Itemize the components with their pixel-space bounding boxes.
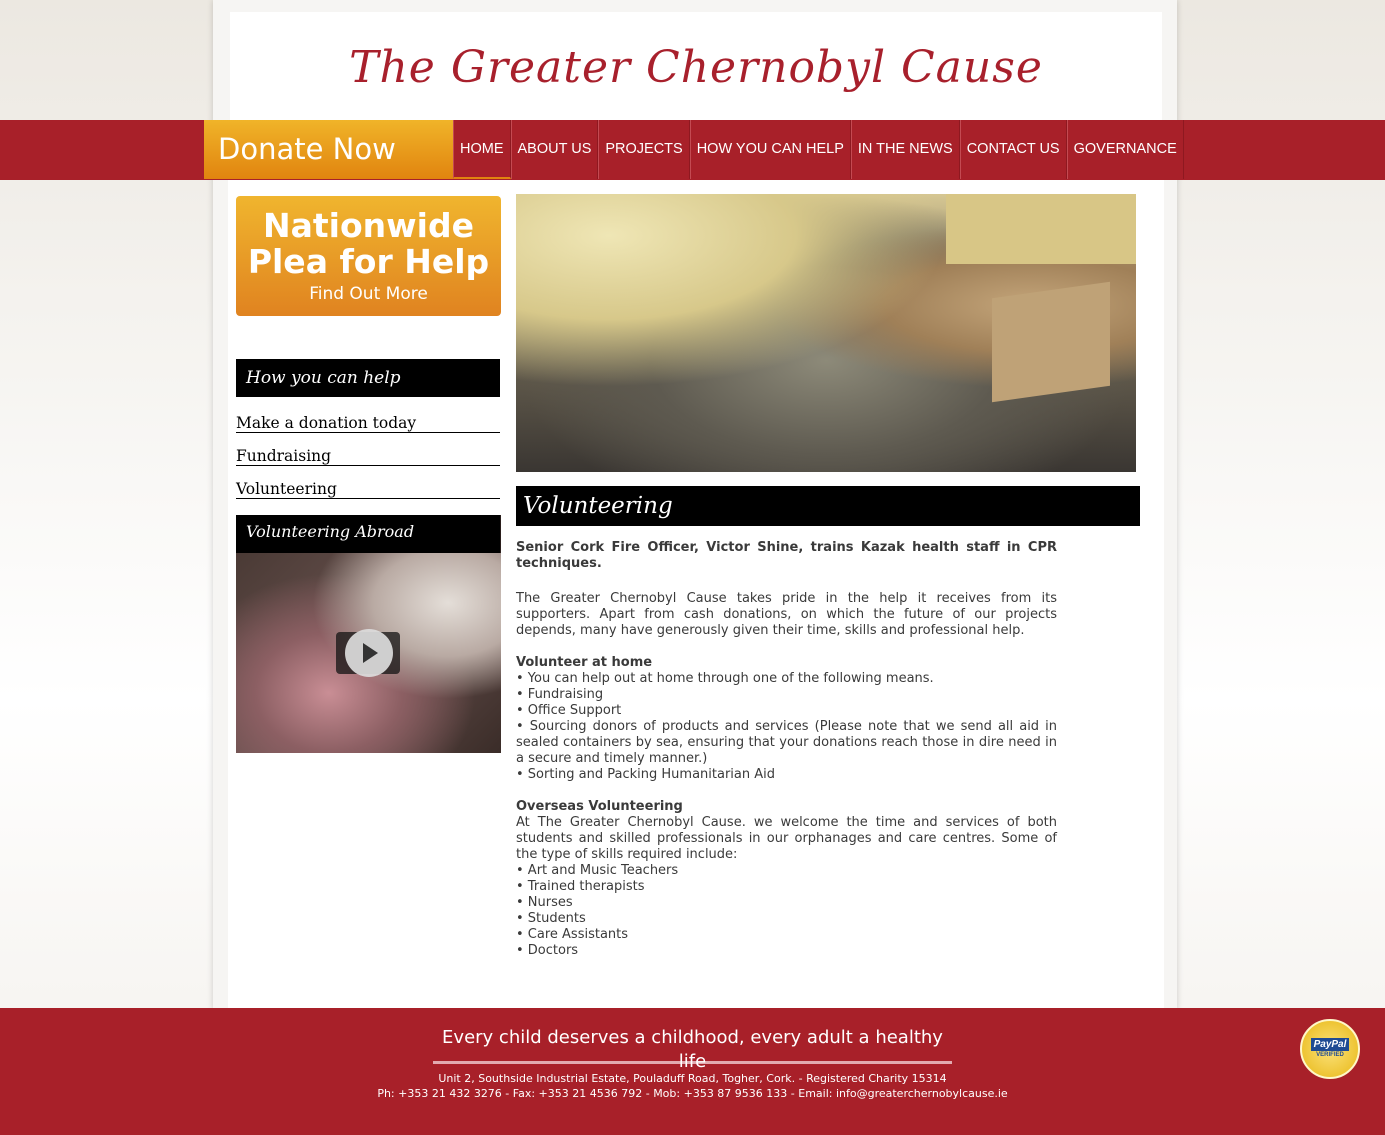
list-item: • Care Assistants — [516, 927, 629, 942]
list-item: • Fundraising — [516, 687, 604, 702]
article-body: Senior Cork Fire Officer, Victor Shine, … — [516, 540, 1057, 975]
nationwide-plea-banner[interactable]: Nationwide Plea for Help Find Out More — [236, 196, 501, 316]
plea-title-line2: Plea for Help — [247, 242, 490, 281]
article-lead: Senior Cork Fire Officer, Victor Shine, … — [516, 540, 1057, 571]
paypal-verified-label: VERIFIED — [1316, 1052, 1344, 1058]
nav-governance[interactable]: GOVERNANCE — [1066, 120, 1184, 179]
overseas-section: Overseas Volunteering At The Greater Che… — [516, 799, 1057, 959]
article-intro: The Greater Chernobyl Cause takes pride … — [516, 591, 1057, 638]
list-item: • Art and Music Teachers — [516, 863, 679, 878]
nav-contact-us[interactable]: CONTACT US — [959, 120, 1067, 179]
header: The Greater Chernobyl Cause — [230, 12, 1162, 120]
paypal-logo: PayPal — [1310, 1038, 1350, 1051]
overseas-intro: At The Greater Chernobyl Cause. we welco… — [516, 815, 1057, 862]
list-item: • You can help out at home through one o… — [516, 671, 934, 686]
photo-cardboard-box — [992, 281, 1110, 403]
home-section: Volunteer at home • You can help out at … — [516, 655, 1057, 783]
donate-now-button[interactable]: Donate Now — [204, 120, 454, 179]
sidebar-links: Make a donation today Fundraising Volunt… — [236, 410, 500, 509]
list-item: • Trained therapists — [516, 879, 645, 894]
footer-address-block: Unit 2, Southside Industrial Estate, Pou… — [0, 1071, 1385, 1101]
nav-how-you-can-help[interactable]: HOW YOU CAN HELP — [689, 120, 851, 179]
video-player[interactable]: Volunteering Abroad — [236, 515, 501, 753]
footer-tagline: Every child deserves a childhood, every … — [433, 1026, 952, 1072]
sidebar-link-fundraising[interactable]: Fundraising — [236, 443, 500, 466]
list-item: • Sourcing donors of products and servic… — [516, 719, 1057, 766]
paypal-verified-badge[interactable]: PayPal VERIFIED — [1300, 1019, 1360, 1079]
play-button[interactable] — [336, 629, 400, 677]
list-item: • Nurses — [516, 895, 573, 910]
home-heading: Volunteer at home — [516, 655, 653, 670]
nav-in-the-news[interactable]: IN THE NEWS — [850, 120, 960, 179]
nav-about-us[interactable]: ABOUT US — [510, 120, 599, 179]
plea-title-line1: Nationwide — [263, 206, 474, 245]
video-title: Volunteering Abroad — [236, 515, 500, 553]
main-nav: HOME ABOUT US PROJECTS HOW YOU CAN HELP … — [453, 120, 1184, 179]
list-item: • Students — [516, 911, 586, 926]
nav-home[interactable]: HOME — [453, 120, 511, 179]
list-item: • Office Support — [516, 703, 622, 718]
play-icon — [363, 643, 378, 663]
sidebar-link-volunteering[interactable]: Volunteering — [236, 476, 500, 499]
footer-contact[interactable]: Ph: +353 21 432 3276 - Fax: +353 21 4536… — [0, 1086, 1385, 1101]
site-title[interactable]: The Greater Chernobyl Cause — [230, 42, 1162, 93]
hero-photo — [516, 194, 1136, 472]
photo-wall-banner — [946, 194, 1136, 264]
sidebar-link-donation[interactable]: Make a donation today — [236, 410, 500, 433]
footer-address: Unit 2, Southside Industrial Estate, Pou… — [438, 1072, 947, 1085]
list-item: • Doctors — [516, 943, 579, 958]
list-item: • Sorting and Packing Humanitarian Aid — [516, 767, 776, 782]
video-thumbnail[interactable] — [236, 553, 501, 753]
sidebar-heading: How you can help — [236, 359, 500, 397]
footer: Every child deserves a childhood, every … — [0, 1008, 1385, 1135]
page-title: Volunteering — [516, 486, 1140, 526]
plea-find-out-more[interactable]: Find Out More — [236, 284, 501, 304]
overseas-heading: Overseas Volunteering — [516, 799, 683, 814]
nav-projects[interactable]: PROJECTS — [598, 120, 690, 179]
